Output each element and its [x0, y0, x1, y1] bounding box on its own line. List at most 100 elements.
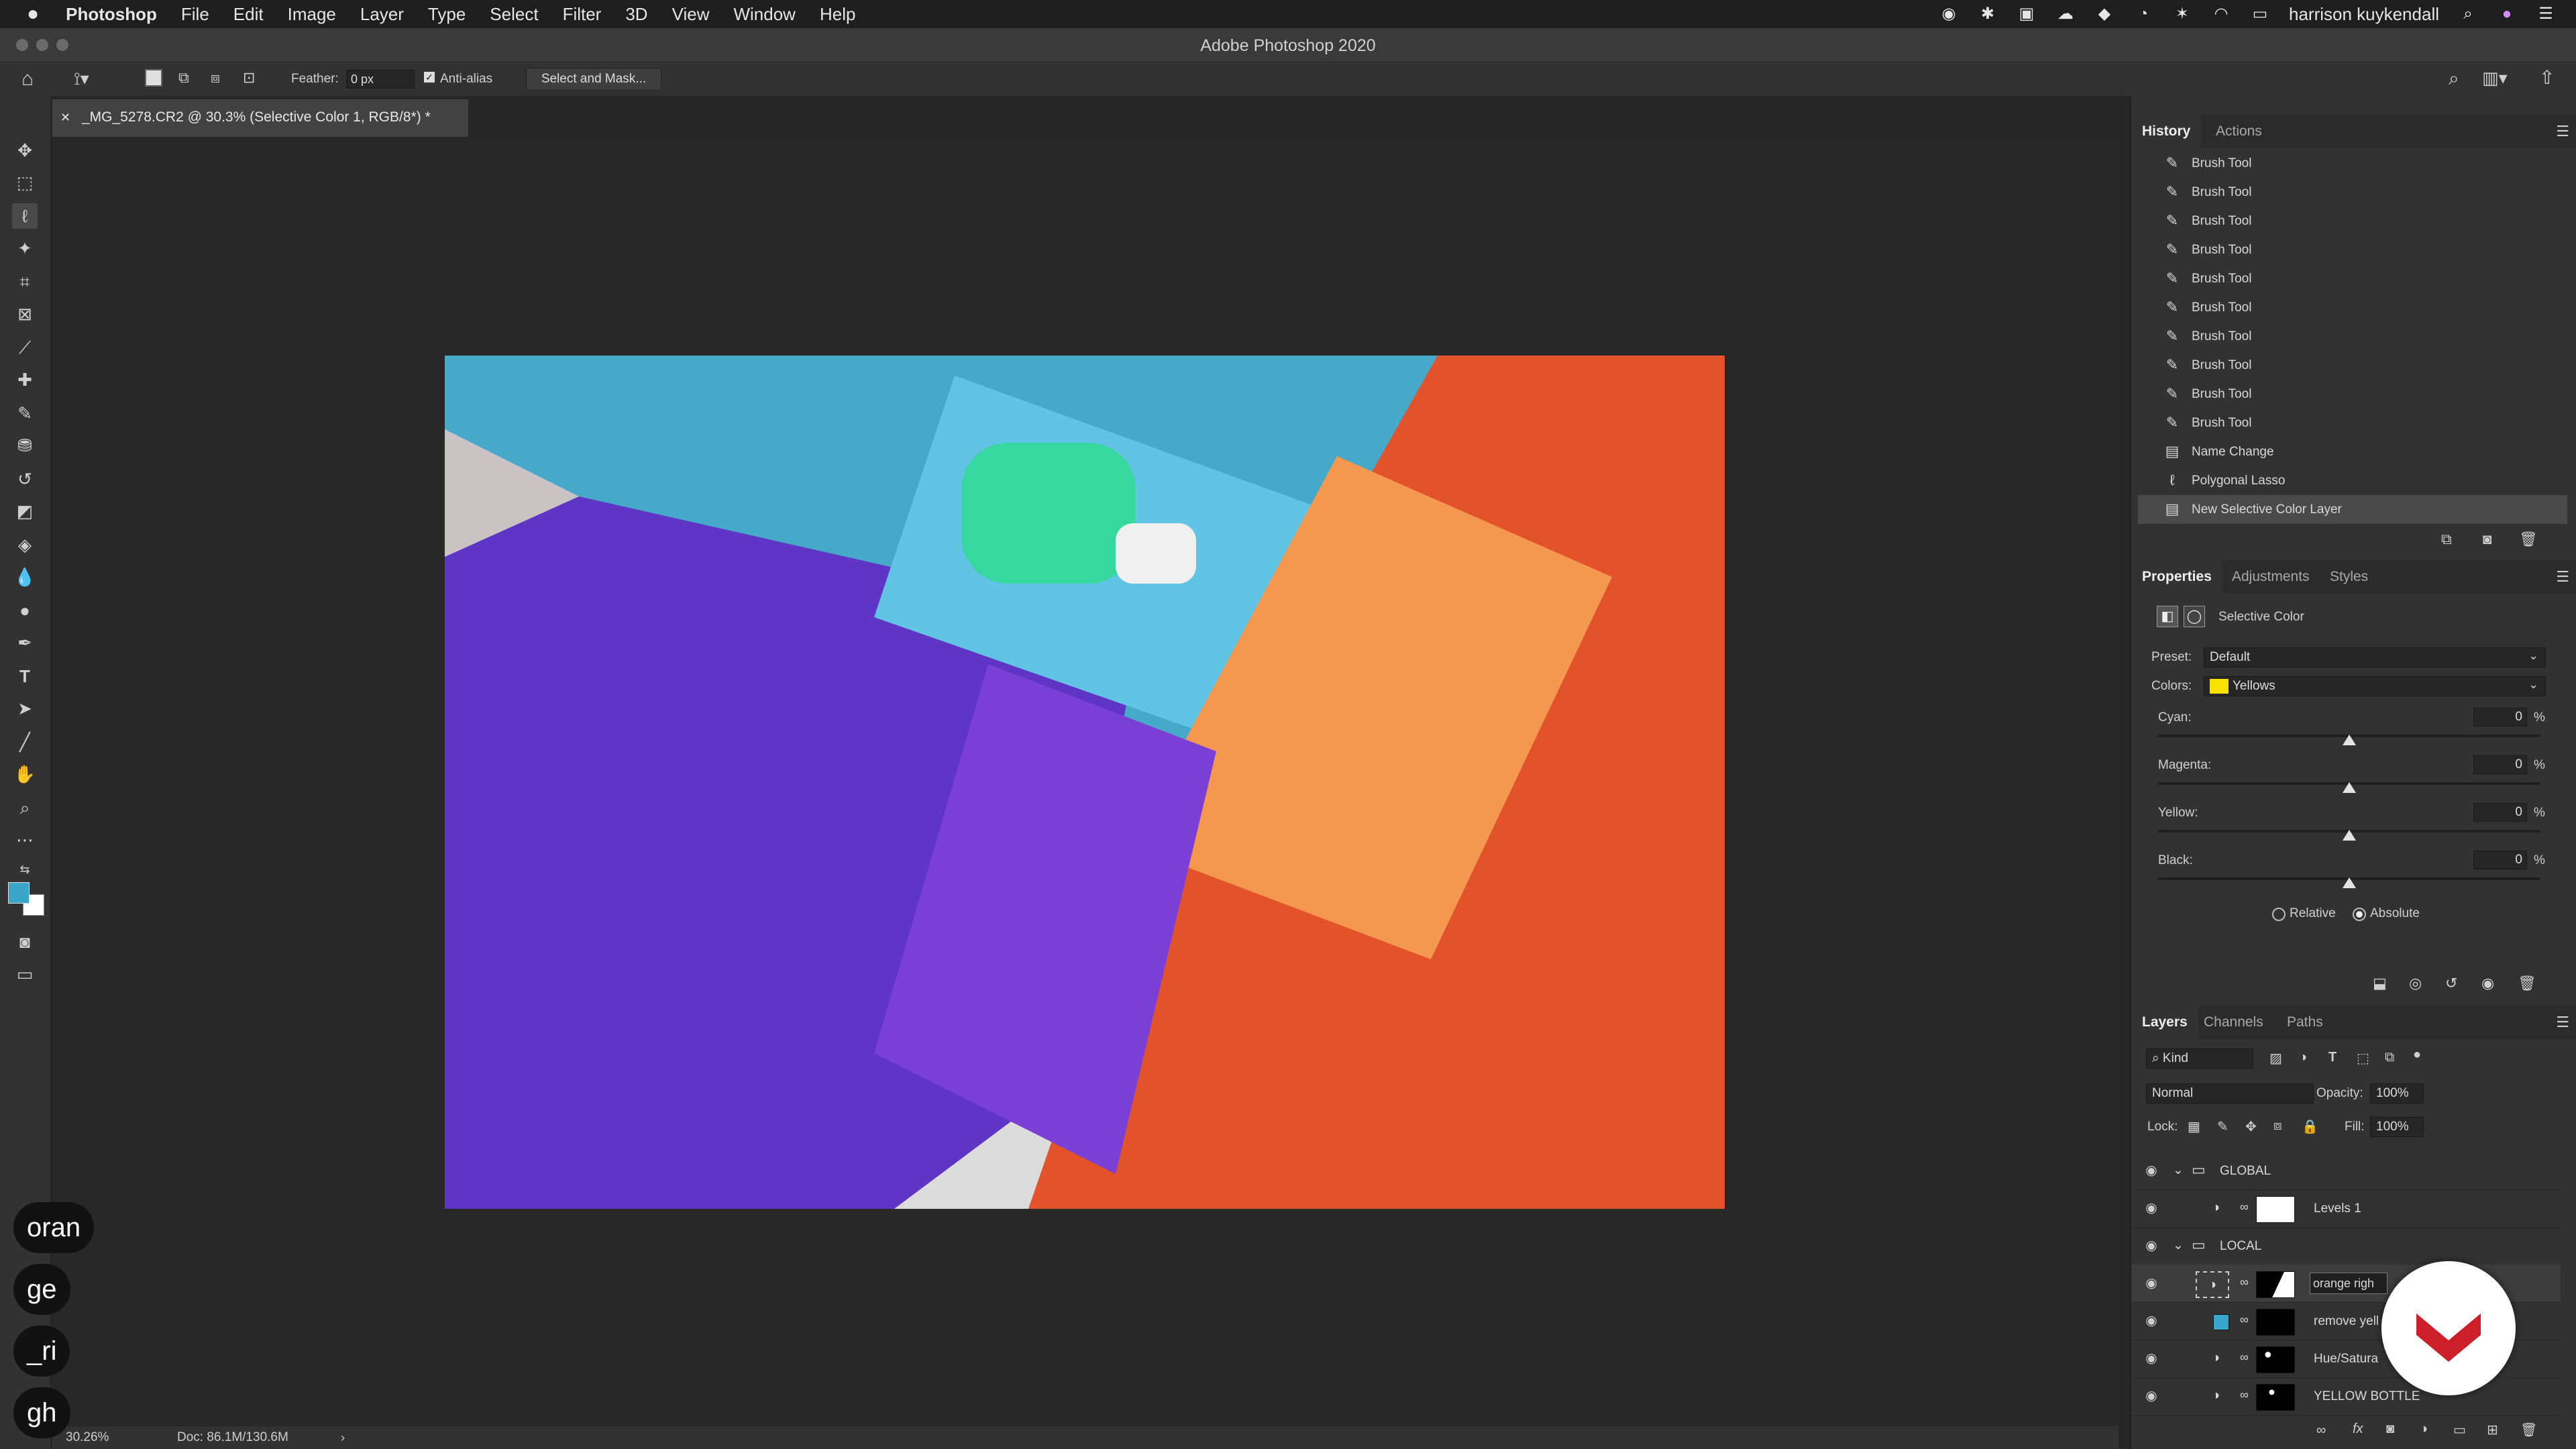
- tab-properties[interactable]: Properties: [2131, 560, 2222, 594]
- layer-style-fx-icon[interactable]: fx: [2353, 1421, 2363, 1437]
- history-item[interactable]: ✎ Brush Tool: [2138, 380, 2567, 409]
- document-canvas[interactable]: [445, 356, 1725, 1209]
- brush-tool-icon[interactable]: ✎: [12, 400, 38, 426]
- menu-type[interactable]: Type: [428, 4, 466, 25]
- new-document-from-state-icon[interactable]: ⧉: [2441, 531, 2452, 548]
- filter-smart-object-icon[interactable]: ⧉: [2385, 1050, 2394, 1065]
- new-layer-icon[interactable]: ⊞: [2487, 1421, 2498, 1438]
- magenta-value[interactable]: 0: [2473, 755, 2527, 774]
- visibility-eye-icon[interactable]: ◉: [2143, 1313, 2159, 1329]
- link-layers-icon[interactable]: ∞: [2316, 1423, 2326, 1438]
- quick-mask-icon[interactable]: ◙: [12, 929, 38, 955]
- fill-color-swatch[interactable]: [2213, 1314, 2229, 1330]
- foreground-color-swatch[interactable]: [8, 882, 30, 904]
- clone-stamp-tool-icon[interactable]: ⛃: [12, 433, 38, 458]
- marquee-tool-icon[interactable]: ⬚: [12, 170, 38, 195]
- blend-mode-select[interactable]: Normal: [2146, 1083, 2314, 1104]
- filter-shape-icon[interactable]: ⬚: [2357, 1050, 2369, 1067]
- magic-wand-tool-icon[interactable]: ✦: [12, 235, 38, 261]
- mask-icon[interactable]: ◯: [2184, 606, 2205, 627]
- absolute-radio[interactable]: [2353, 908, 2366, 921]
- filter-type-icon[interactable]: T: [2328, 1050, 2337, 1065]
- layer-mask-thumbnail[interactable]: [2256, 1271, 2295, 1298]
- airplay-icon[interactable]: ▭: [2250, 4, 2270, 24]
- layer-mask-thumbnail[interactable]: [2256, 1346, 2295, 1373]
- frame-tool-icon[interactable]: ⊠: [12, 301, 38, 327]
- history-item[interactable]: ✎ Brush Tool: [2138, 207, 2567, 235]
- intersect-selection-icon[interactable]: ⊡: [243, 69, 255, 87]
- bluetooth-icon[interactable]: ✶: [2172, 4, 2192, 24]
- screen-mode-icon[interactable]: ▭: [12, 961, 38, 987]
- menu-3d[interactable]: 3D: [625, 4, 647, 25]
- layer-mask-thumbnail[interactable]: [2256, 1384, 2295, 1411]
- yellow-slider-thumb[interactable]: [2343, 830, 2356, 841]
- menu-window[interactable]: Window: [733, 4, 795, 25]
- lock-transparent-icon[interactable]: ▦: [2188, 1118, 2200, 1135]
- new-selection-icon[interactable]: [145, 69, 162, 87]
- layer-filter-kind-select[interactable]: ⌕ Kind: [2146, 1049, 2253, 1069]
- healing-brush-tool-icon[interactable]: ✚: [12, 367, 38, 392]
- search-icon[interactable]: ⌕: [2449, 68, 2459, 90]
- preset-select[interactable]: Default: [2204, 647, 2546, 667]
- menu-image[interactable]: Image: [288, 4, 336, 25]
- home-icon[interactable]: ⌂: [21, 68, 34, 91]
- view-previous-icon[interactable]: ◎: [2409, 975, 2422, 992]
- link-icon[interactable]: ∞: [2240, 1388, 2249, 1402]
- snapshot-camera-icon[interactable]: ◙: [2483, 531, 2491, 548]
- visibility-eye-icon[interactable]: ◉: [2143, 1163, 2159, 1179]
- swap-colors-icon[interactable]: ⇆: [12, 857, 38, 882]
- fill-input[interactable]: 100%: [2370, 1117, 2424, 1137]
- delete-state-trash-icon[interactable]: 🗑: [2519, 531, 2538, 548]
- visibility-eye-icon[interactable]: ◉: [2143, 1200, 2159, 1216]
- history-item[interactable]: ✎ Brush Tool: [2138, 178, 2567, 207]
- more-tools-icon[interactable]: ⋯: [12, 827, 38, 853]
- menu-layer[interactable]: Layer: [360, 4, 404, 25]
- status-menu-arrow-icon[interactable]: ›: [341, 1426, 345, 1449]
- cyan-slider-thumb[interactable]: [2343, 735, 2356, 745]
- record-icon[interactable]: ◉: [1939, 4, 1959, 24]
- history-item[interactable]: ✎ Brush Tool: [2138, 351, 2567, 380]
- yellow-value[interactable]: 0: [2473, 803, 2527, 822]
- history-brush-tool-icon[interactable]: ↺: [12, 466, 38, 492]
- visibility-eye-icon[interactable]: ◉: [2143, 1238, 2159, 1254]
- paint-bucket-tool-icon[interactable]: ◈: [12, 532, 38, 557]
- filter-adjustment-icon[interactable]: ◑: [2299, 1050, 2307, 1065]
- screen-icon[interactable]: ▣: [2017, 4, 2037, 24]
- history-item[interactable]: ✎ Brush Tool: [2138, 264, 2567, 293]
- menu-edit[interactable]: Edit: [233, 4, 264, 25]
- new-adjustment-icon[interactable]: ◑: [2420, 1421, 2428, 1437]
- visibility-eye-icon[interactable]: ◉: [2143, 1388, 2159, 1404]
- delete-adjustment-trash-icon[interactable]: 🗑: [2518, 975, 2536, 992]
- history-item[interactable]: ℓ Polygonal Lasso: [2138, 466, 2567, 495]
- link-icon[interactable]: ∞: [2240, 1350, 2249, 1364]
- menu-select[interactable]: Select: [490, 4, 538, 25]
- history-item[interactable]: ▤ Name Change: [2138, 437, 2567, 466]
- cyan-value[interactable]: 0: [2473, 708, 2527, 727]
- history-item[interactable]: ✎ Brush Tool: [2138, 293, 2567, 322]
- apple-icon[interactable]: ●: [27, 3, 39, 25]
- link-icon[interactable]: ∞: [2240, 1200, 2249, 1214]
- app-menu[interactable]: Photoshop: [66, 4, 157, 25]
- tab-actions[interactable]: Actions: [2205, 115, 2273, 148]
- close-tab-icon[interactable]: ✕: [60, 99, 70, 136]
- dropbox-icon[interactable]: ◆: [2094, 4, 2114, 24]
- chevron-down-icon[interactable]: ⌄: [2173, 1163, 2184, 1178]
- eraser-tool-icon[interactable]: ◩: [12, 498, 38, 524]
- control-center-icon[interactable]: ☰: [2536, 4, 2556, 24]
- tab-history[interactable]: History: [2131, 115, 2202, 148]
- history-item[interactable]: ✎ Brush Tool: [2138, 235, 2567, 264]
- dodge-tool-icon[interactable]: ●: [12, 598, 38, 623]
- hand-tool-icon[interactable]: ✋: [12, 761, 38, 787]
- lock-position-icon[interactable]: ✥: [2245, 1118, 2257, 1135]
- add-selection-icon[interactable]: ⧉: [178, 69, 189, 87]
- new-group-folder-icon[interactable]: ▭: [2453, 1421, 2466, 1438]
- tab-paths[interactable]: Paths: [2276, 1006, 2334, 1039]
- pen-tool-icon[interactable]: ✒: [12, 630, 38, 655]
- menu-filter[interactable]: Filter: [563, 4, 602, 25]
- tab-channels[interactable]: Channels: [2193, 1006, 2274, 1039]
- tab-adjustments[interactable]: Adjustments: [2221, 560, 2320, 594]
- layer-group-local[interactable]: ◉ ⌄ ▭ LOCAL: [2131, 1227, 2561, 1265]
- eyedropper-tool-icon[interactable]: ⟋: [12, 335, 38, 360]
- visibility-eye-icon[interactable]: ◉: [2481, 975, 2494, 992]
- lock-all-icon[interactable]: 🔒: [2302, 1118, 2318, 1135]
